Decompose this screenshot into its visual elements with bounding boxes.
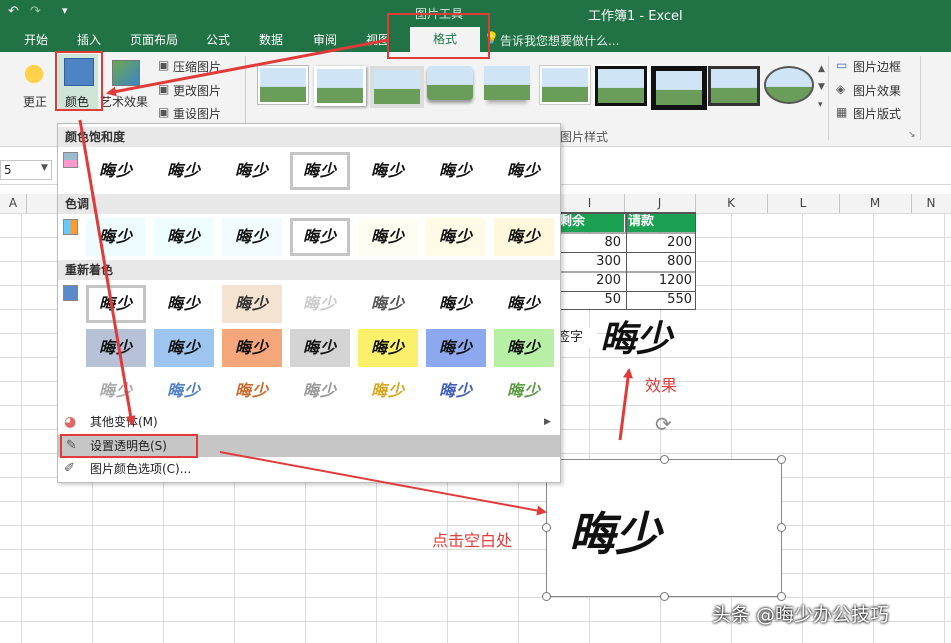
arrow-to-color-button xyxy=(106,38,389,97)
arrow-to-picture xyxy=(219,451,547,516)
arrow-to-result xyxy=(618,368,633,441)
effect-annotation: 效果 xyxy=(645,376,678,395)
watermark: 头条 @晦少办公技巧 xyxy=(712,604,890,626)
arrow-to-transparent-item xyxy=(78,119,136,426)
click-blank-annotation: 点击空白处 xyxy=(432,531,513,550)
